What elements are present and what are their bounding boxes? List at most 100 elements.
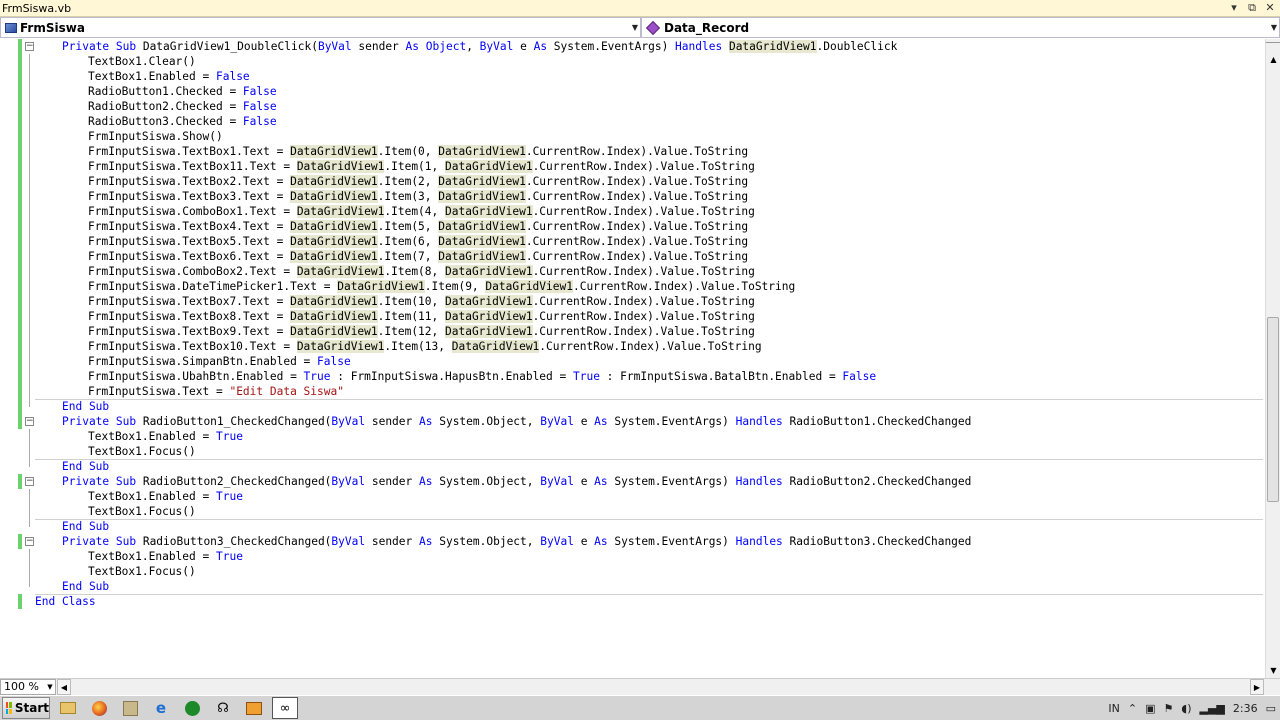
show-desktop-icon[interactable]: ▭	[1266, 702, 1276, 715]
code-line[interactable]: TextBox1.Focus()	[0, 504, 1265, 519]
keyword-token: Object	[425, 40, 467, 53]
scroll-up-icon[interactable]: ▲	[1266, 53, 1280, 67]
class-dropdown[interactable]: FrmSiswa ▼	[0, 17, 641, 38]
vertical-scrollbar[interactable]: ▲ ▼	[1265, 39, 1280, 678]
code-line[interactable]: FrmInputSiswa.TextBox10.Text = DataGridV…	[0, 339, 1265, 354]
zoom-dropdown[interactable]: 100 % ▼	[0, 679, 56, 695]
code-line[interactable]: FrmInputSiswa.TextBox9.Text = DataGridVi…	[0, 324, 1265, 339]
code-line[interactable]: RadioButton3.Checked = False	[0, 114, 1265, 129]
code-line[interactable]: TextBox1.Focus()	[0, 444, 1265, 459]
code-line[interactable]: FrmInputSiswa.Show()	[0, 129, 1265, 144]
language-indicator[interactable]: IN	[1108, 702, 1119, 715]
member-dropdown[interactable]: Data_Record ▼	[641, 17, 1280, 38]
code-line[interactable]: TextBox1.Enabled = False	[0, 69, 1265, 84]
code-line[interactable]: FrmInputSiswa.TextBox7.Text = DataGridVi…	[0, 294, 1265, 309]
outline-guide	[29, 354, 30, 369]
device-icon[interactable]: ▣	[1145, 702, 1155, 715]
code-line[interactable]: RadioButton1.Checked = False	[0, 84, 1265, 99]
code-line[interactable]: End Sub	[0, 459, 1265, 474]
chevron-down-icon[interactable]: ▼	[630, 18, 640, 37]
collapse-icon[interactable]: −	[25, 42, 34, 51]
scroll-down-icon[interactable]: ▼	[1266, 664, 1280, 678]
code-line[interactable]: FrmInputSiswa.TextBox11.Text = DataGridV…	[0, 159, 1265, 174]
code-line[interactable]: End Sub	[0, 579, 1265, 594]
code-token: e	[573, 415, 595, 428]
video-icon[interactable]	[241, 697, 267, 719]
code-token: e	[573, 475, 595, 488]
code-line[interactable]: TextBox1.Enabled = True	[0, 549, 1265, 564]
chevron-down-icon[interactable]: ▼	[45, 680, 55, 694]
network-icon[interactable]: ☊	[210, 697, 236, 719]
highlighted-token: DataGridView1	[290, 145, 378, 158]
start-button[interactable]: Start	[2, 697, 50, 719]
code-line[interactable]: − Private Sub RadioButton3_CheckedChanged…	[0, 534, 1265, 549]
code-line[interactable]: FrmInputSiswa.TextBox1.Text = DataGridVi…	[0, 144, 1265, 159]
code-line[interactable]: TextBox1.Clear()	[0, 54, 1265, 69]
code-line[interactable]: FrmInputSiswa.SimpanBtn.Enabled = False	[0, 354, 1265, 369]
chevron-up-icon[interactable]: ⌃	[1128, 702, 1137, 715]
code-line[interactable]: − Private Sub RadioButton2_CheckedChanged…	[0, 474, 1265, 489]
code-text: FrmInputSiswa.TextBox9.Text = DataGridVi…	[88, 324, 755, 339]
code-line[interactable]: FrmInputSiswa.TextBox6.Text = DataGridVi…	[0, 249, 1265, 264]
outline-guide	[29, 384, 30, 399]
collapse-icon[interactable]: −	[25, 417, 34, 426]
code-line[interactable]: FrmInputSiswa.Text = "Edit Data Siswa"	[0, 384, 1265, 399]
signal-icon[interactable]: ▂▄▆	[1200, 702, 1225, 715]
code-line[interactable]: RadioButton2.Checked = False	[0, 99, 1265, 114]
code-token: FrmInputSiswa.TextBox9.Text =	[88, 325, 291, 338]
code-line[interactable]: FrmInputSiswa.ComboBox1.Text = DataGridV…	[0, 204, 1265, 219]
code-line[interactable]: − Private Sub RadioButton1_CheckedChanged…	[0, 414, 1265, 429]
firefox-icon[interactable]	[86, 697, 112, 719]
change-marker	[18, 534, 22, 549]
scroll-thumb[interactable]	[1267, 317, 1279, 502]
split-handle[interactable]	[1266, 39, 1280, 43]
dropdown-icon[interactable]: ▾	[1228, 1, 1240, 15]
volume-icon[interactable]: ◖)	[1181, 702, 1191, 715]
code-line[interactable]: TextBox1.Focus()	[0, 564, 1265, 579]
file-explorer-icon[interactable]	[55, 697, 81, 719]
restore-icon[interactable]: ⧉	[1246, 1, 1258, 15]
code-token: RadioButton3_CheckedChanged(	[136, 535, 332, 548]
code-line[interactable]: FrmInputSiswa.TextBox5.Text = DataGridVi…	[0, 234, 1265, 249]
code-line[interactable]: − Private Sub DataGridView1_DoubleClick(B…	[0, 39, 1265, 54]
code-line[interactable]: FrmInputSiswa.ComboBox2.Text = DataGridV…	[0, 264, 1265, 279]
media-icon[interactable]	[179, 697, 205, 719]
collapse-icon[interactable]: −	[25, 537, 34, 546]
scroll-left-icon[interactable]: ◀	[57, 679, 71, 695]
code-token: .Item(10,	[377, 295, 445, 308]
code-token: RadioButton1_CheckedChanged(	[136, 415, 332, 428]
code-line[interactable]: FrmInputSiswa.TextBox8.Text = DataGridVi…	[0, 309, 1265, 324]
horizontal-scrollbar[interactable]: ◀ ▶	[57, 679, 1264, 695]
scroll-right-icon[interactable]: ▶	[1250, 679, 1264, 695]
flag-icon[interactable]: ⚑	[1164, 702, 1174, 715]
keyword-token: True	[215, 430, 243, 443]
code-editor[interactable]: − Private Sub DataGridView1_DoubleClick(B…	[0, 39, 1265, 678]
change-marker	[18, 99, 22, 114]
close-icon[interactable]: ✕	[1264, 1, 1276, 15]
chevron-down-icon[interactable]: ▼	[1269, 18, 1279, 37]
keyword-token: True	[572, 370, 600, 383]
code-line[interactable]: End Class	[0, 594, 1265, 609]
code-token: RadioButton3.Checked =	[88, 115, 243, 128]
code-line[interactable]: End Sub	[0, 519, 1265, 534]
code-token: RadioButton2_CheckedChanged(	[136, 475, 332, 488]
code-line[interactable]: TextBox1.Enabled = True	[0, 489, 1265, 504]
clock-time[interactable]: 2:36	[1233, 702, 1258, 715]
code-line[interactable]: End Sub	[0, 399, 1265, 414]
code-line[interactable]: FrmInputSiswa.TextBox4.Text = DataGridVi…	[0, 219, 1265, 234]
code-line[interactable]: TextBox1.Enabled = True	[0, 429, 1265, 444]
visual-studio-icon[interactable]: ∞	[272, 697, 298, 719]
code-token: RadioButton1.CheckedChanged	[782, 415, 972, 428]
code-token: .DoubleClick	[816, 40, 898, 53]
tools-icon[interactable]	[117, 697, 143, 719]
internet-explorer-icon[interactable]: e	[148, 697, 174, 719]
code-line[interactable]: FrmInputSiswa.TextBox2.Text = DataGridVi…	[0, 174, 1265, 189]
code-line[interactable]: FrmInputSiswa.TextBox3.Text = DataGridVi…	[0, 189, 1265, 204]
code-area[interactable]: − Private Sub DataGridView1_DoubleClick(B…	[0, 39, 1265, 678]
code-line[interactable]: FrmInputSiswa.DateTimePicker1.Text = Dat…	[0, 279, 1265, 294]
collapse-icon[interactable]: −	[25, 477, 34, 486]
code-text: End Sub	[62, 399, 109, 414]
code-token: sender	[365, 475, 419, 488]
code-line[interactable]: FrmInputSiswa.UbahBtn.Enabled = True : F…	[0, 369, 1265, 384]
outline-guide	[29, 489, 30, 504]
